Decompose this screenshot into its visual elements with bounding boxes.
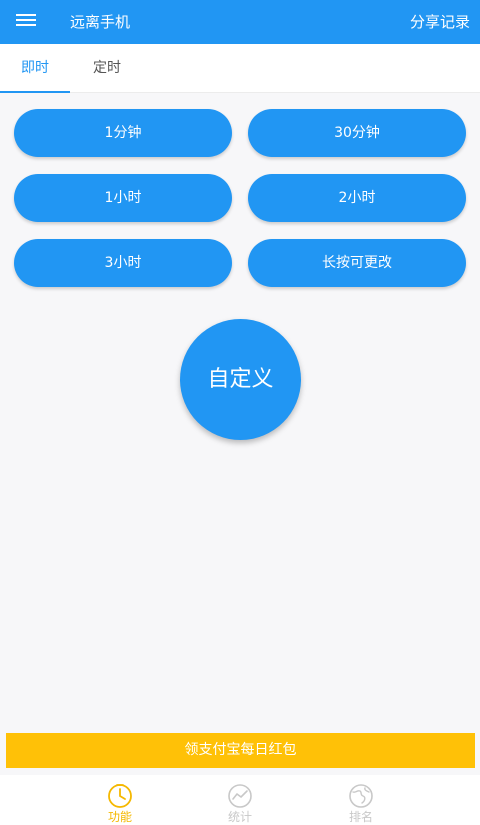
nav-item-stats[interactable]: 统计	[215, 783, 265, 825]
globe-icon	[349, 784, 373, 808]
nav-label-stats: 统计	[227, 810, 252, 824]
nav-item-ranking[interactable]: 排名	[336, 783, 386, 825]
nav-label-ranking: 排名	[348, 810, 373, 824]
duration-2hour-button[interactable]: 2小时	[248, 174, 466, 222]
nav-label-function: 功能	[107, 810, 132, 824]
duration-1hour-button[interactable]: 1小时	[14, 174, 232, 222]
duration-editable-button[interactable]: 长按可更改	[248, 239, 466, 287]
tab-scheduled[interactable]: 定时	[72, 44, 142, 92]
duration-3hour-button[interactable]: 3小时	[14, 239, 232, 287]
duration-1min-button[interactable]: 1分钟	[14, 109, 232, 157]
app-bar: 远离手机 分享记录	[0, 0, 480, 44]
chart-icon	[228, 784, 252, 808]
custom-duration-button[interactable]: 自定义	[180, 319, 301, 440]
nav-item-function[interactable]: 功能	[95, 783, 145, 825]
tab-bar: 即时 定时	[0, 44, 480, 93]
alipay-redpacket-banner[interactable]: 领支付宝每日红包	[6, 733, 475, 768]
share-records-button[interactable]: 分享记录	[410, 11, 470, 32]
app-title: 远离手机	[70, 13, 131, 31]
bottom-nav: 功能 统计 排名	[0, 775, 480, 825]
menu-icon[interactable]	[14, 12, 38, 32]
duration-30min-button[interactable]: 30分钟	[248, 109, 466, 157]
timer-icon	[108, 784, 132, 808]
tab-instant[interactable]: 即时	[0, 44, 70, 93]
